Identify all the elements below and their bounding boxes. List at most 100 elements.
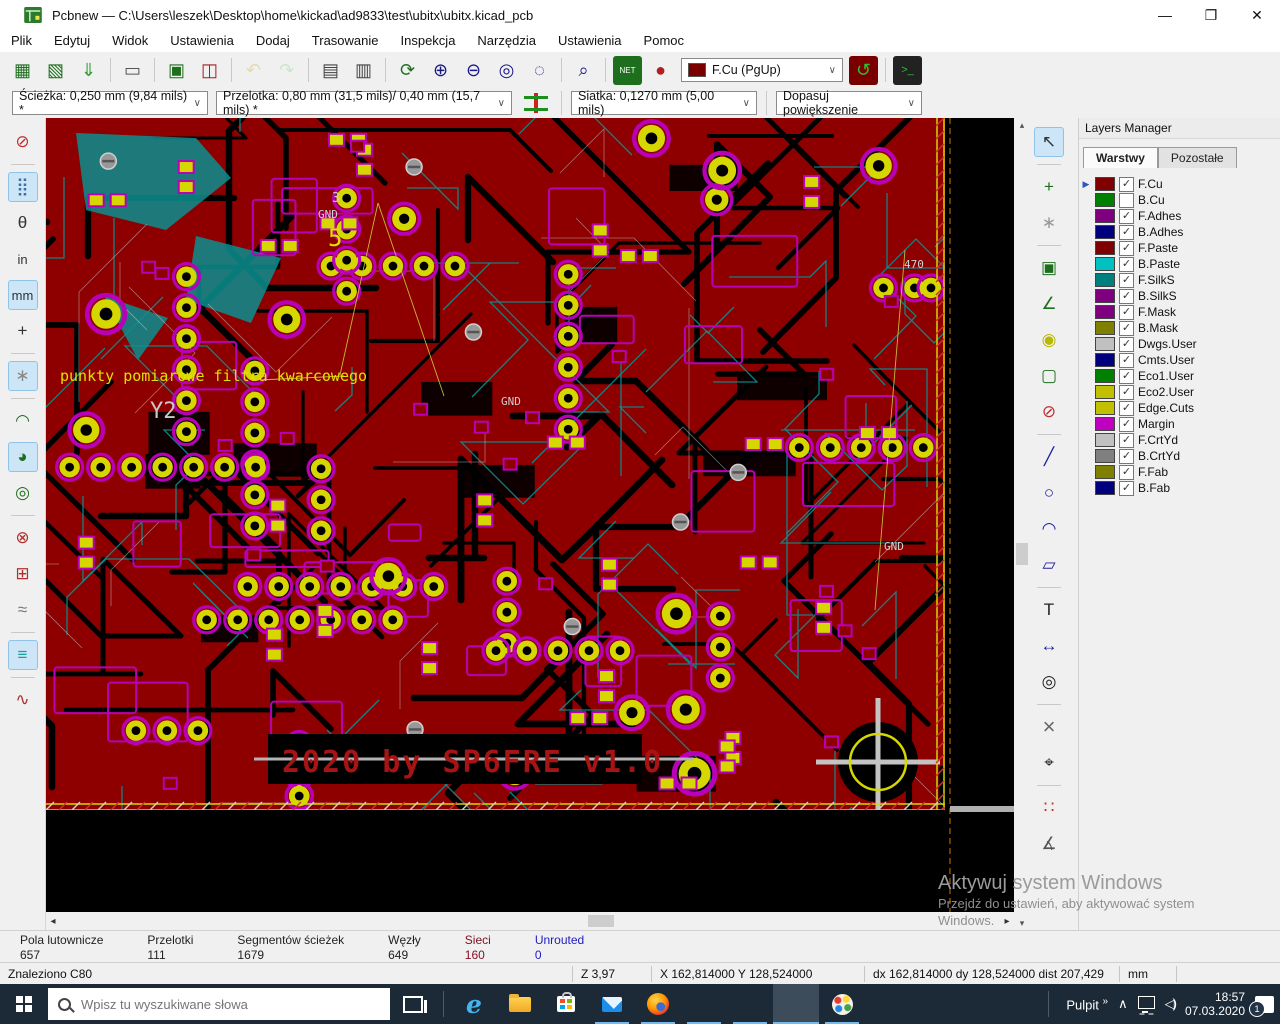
hidden-icons-chevron[interactable]: ∧ <box>1118 996 1128 1012</box>
pcbnew-taskbar-icon[interactable] <box>773 984 819 1024</box>
layer-visibility-checkbox[interactable]: ✓ <box>1119 465 1134 480</box>
redraw-icon[interactable]: ⟳ <box>393 56 422 85</box>
scroll-down-arrow[interactable]: ▾ <box>1014 916 1030 930</box>
layer-visibility-checkbox[interactable]: ✓ <box>1119 225 1134 240</box>
layer-color-swatch[interactable] <box>1095 449 1115 463</box>
cursor-shape-icon[interactable]: + <box>8 316 38 346</box>
open-board-icon[interactable]: ▧ <box>41 56 70 85</box>
layer-color-swatch[interactable] <box>1095 177 1115 191</box>
store-taskbar-icon[interactable] <box>543 984 589 1024</box>
via-sketch-icon[interactable]: ◎ <box>8 478 38 508</box>
layer-visibility-checkbox[interactable]: ✓ <box>1119 481 1134 496</box>
close-button[interactable]: ✕ <box>1234 0 1280 30</box>
via-swap-icon[interactable]: ↺ <box>849 56 878 85</box>
zoom-select-icon[interactable]: ◌ <box>525 56 554 85</box>
layer-visibility-checkbox[interactable]: ✓ <box>1119 177 1134 192</box>
layer-color-swatch[interactable] <box>1095 225 1115 239</box>
layer-visibility-checkbox[interactable]: ✓ <box>1119 369 1134 384</box>
layer-color-swatch[interactable] <box>1095 289 1115 303</box>
layer-visibility-checkbox[interactable]: ✓ <box>1119 417 1134 432</box>
layer-visibility-checkbox[interactable]: ✓ <box>1119 241 1134 256</box>
zoom-out-icon[interactable]: ⊖ <box>459 56 488 85</box>
menu-trasowanie[interactable]: Trasowanie <box>301 30 390 52</box>
layer-visibility-checkbox[interactable]: ✓ <box>1119 337 1134 352</box>
layer-row-f-crtyd[interactable]: ✓F.CrtYd <box>1081 432 1280 448</box>
menu-inspekcja[interactable]: Inspekcja <box>390 30 467 52</box>
track-via-settings-icon[interactable] <box>524 93 548 113</box>
highlight-net-icon[interactable]: + <box>1034 172 1064 202</box>
layer-visibility-checkbox[interactable]: ✓ <box>1119 321 1134 336</box>
network-icon[interactable] <box>1138 996 1155 1009</box>
layer-row-b-silks[interactable]: ✓B.SilkS <box>1081 288 1280 304</box>
desktop-toolbar-label[interactable]: Pulpit » <box>1066 996 1108 1012</box>
polar-coords-icon[interactable]: θ <box>8 208 38 238</box>
measure-icon[interactable]: ∡ <box>1034 829 1064 859</box>
redo-icon[interactable]: ↷ <box>272 56 301 85</box>
layer-color-swatch[interactable] <box>1095 369 1115 383</box>
layer-row-f-mask[interactable]: ✓F.Mask <box>1081 304 1280 320</box>
layer-visibility-checkbox[interactable] <box>1119 193 1134 208</box>
menu-narzedzia[interactable]: Narzędzia <box>466 30 547 52</box>
firefox-taskbar-icon[interactable] <box>635 984 681 1024</box>
task-view-button[interactable] <box>390 984 436 1024</box>
layer-color-swatch[interactable] <box>1095 273 1115 287</box>
layer-row-edge-cuts[interactable]: ✓Edge.Cuts <box>1081 400 1280 416</box>
grid-origin-icon[interactable]: ∷ <box>1034 793 1064 823</box>
save-board-icon[interactable]: ⇓ <box>74 56 103 85</box>
layer-visibility-checkbox[interactable]: ✓ <box>1119 257 1134 272</box>
explorer-taskbar-icon[interactable] <box>497 984 543 1024</box>
layer-row-b-mask[interactable]: ✓B.Mask <box>1081 320 1280 336</box>
high-contrast-icon[interactable]: ≡ <box>8 640 38 670</box>
add-dimension-icon[interactable]: ↔ <box>1034 631 1064 661</box>
layer-row-b-fab[interactable]: ✓B.Fab <box>1081 480 1280 496</box>
zoom-in-icon[interactable]: ⊕ <box>426 56 455 85</box>
layer-row-eco1-user[interactable]: ✓Eco1.User <box>1081 368 1280 384</box>
search-input[interactable] <box>79 996 353 1013</box>
pad-sketch-icon[interactable]: ⊞ <box>8 559 38 589</box>
add-text-icon[interactable]: T <box>1034 595 1064 625</box>
action-center-icon[interactable]: 1 <box>1255 996 1274 1013</box>
layer-color-swatch[interactable] <box>1095 305 1115 319</box>
layer-visibility-checkbox[interactable]: ✓ <box>1119 305 1134 320</box>
add-keepout-icon[interactable]: ⊘ <box>1034 397 1064 427</box>
via-size-dropdown[interactable]: Przelotka: 0,80 mm (31,5 mils)/ 0,40 mm … <box>216 91 512 115</box>
vertical-scroll-thumb[interactable] <box>1016 543 1028 565</box>
layer-row-b-crtyd[interactable]: ✓B.CrtYd <box>1081 448 1280 464</box>
add-polygon-icon[interactable]: ▱ <box>1034 550 1064 580</box>
horizontal-scrollbar[interactable]: ◂ ▸ <box>46 912 1014 930</box>
layer-color-swatch[interactable] <box>1095 193 1115 207</box>
horizontal-scroll-thumb[interactable] <box>588 915 614 927</box>
grid-size-dropdown[interactable]: Siatka: 0,1270 mm (5,00 mils) ∨ <box>571 91 757 115</box>
layer-row-f-silks[interactable]: ✓F.SilkS <box>1081 272 1280 288</box>
plot-icon[interactable]: ▥ <box>349 56 378 85</box>
layer-row-eco2-user[interactable]: ✓Eco2.User <box>1081 384 1280 400</box>
taskbar-search[interactable] <box>48 988 390 1020</box>
libreoffice-taskbar-icon[interactable] <box>681 984 727 1024</box>
pcb-canvas[interactable]: 2020 by SP6FRE v1.0punkty pomiarowe filt… <box>46 118 1014 912</box>
start-button[interactable] <box>0 984 48 1024</box>
layer-color-swatch[interactable] <box>1095 465 1115 479</box>
tab-warstwy[interactable]: Warstwy <box>1083 147 1158 168</box>
layer-visibility-checkbox[interactable]: ✓ <box>1119 209 1134 224</box>
drill-origin-icon[interactable]: ⌖ <box>1034 748 1064 778</box>
menu-dodaj[interactable]: Dodaj <box>245 30 301 52</box>
layer-visibility-checkbox[interactable]: ✓ <box>1119 289 1134 304</box>
add-footprint-icon[interactable]: ▣ <box>1034 253 1064 283</box>
volume-icon[interactable]: ◁) <box>1165 996 1175 1012</box>
menu-plik[interactable]: Plik <box>0 30 43 52</box>
layer-color-swatch[interactable] <box>1095 401 1115 415</box>
show-ratsnest-icon[interactable]: ∗ <box>8 361 38 391</box>
paint-taskbar-icon[interactable] <box>819 984 865 1024</box>
scripting-console-icon[interactable]: >_ <box>893 56 922 85</box>
layer-color-swatch[interactable] <box>1095 337 1115 351</box>
layer-color-swatch[interactable] <box>1095 353 1115 367</box>
outline-display-icon[interactable]: ≈ <box>8 595 38 625</box>
new-board-icon[interactable]: ▦ <box>8 56 37 85</box>
vertical-scrollbar[interactable]: ▴ ▾ <box>1014 118 1030 930</box>
layer-color-swatch[interactable] <box>1095 417 1115 431</box>
local-ratsnest-icon[interactable]: ∗ <box>1034 208 1064 238</box>
library-browser-icon[interactable]: ◫ <box>195 56 224 85</box>
add-target-icon[interactable]: ◎ <box>1034 667 1064 697</box>
layer-row-b-paste[interactable]: ✓B.Paste <box>1081 256 1280 272</box>
track-width-dropdown[interactable]: Ścieżka: 0,250 mm (9,84 mils) * ∨ <box>12 91 208 115</box>
